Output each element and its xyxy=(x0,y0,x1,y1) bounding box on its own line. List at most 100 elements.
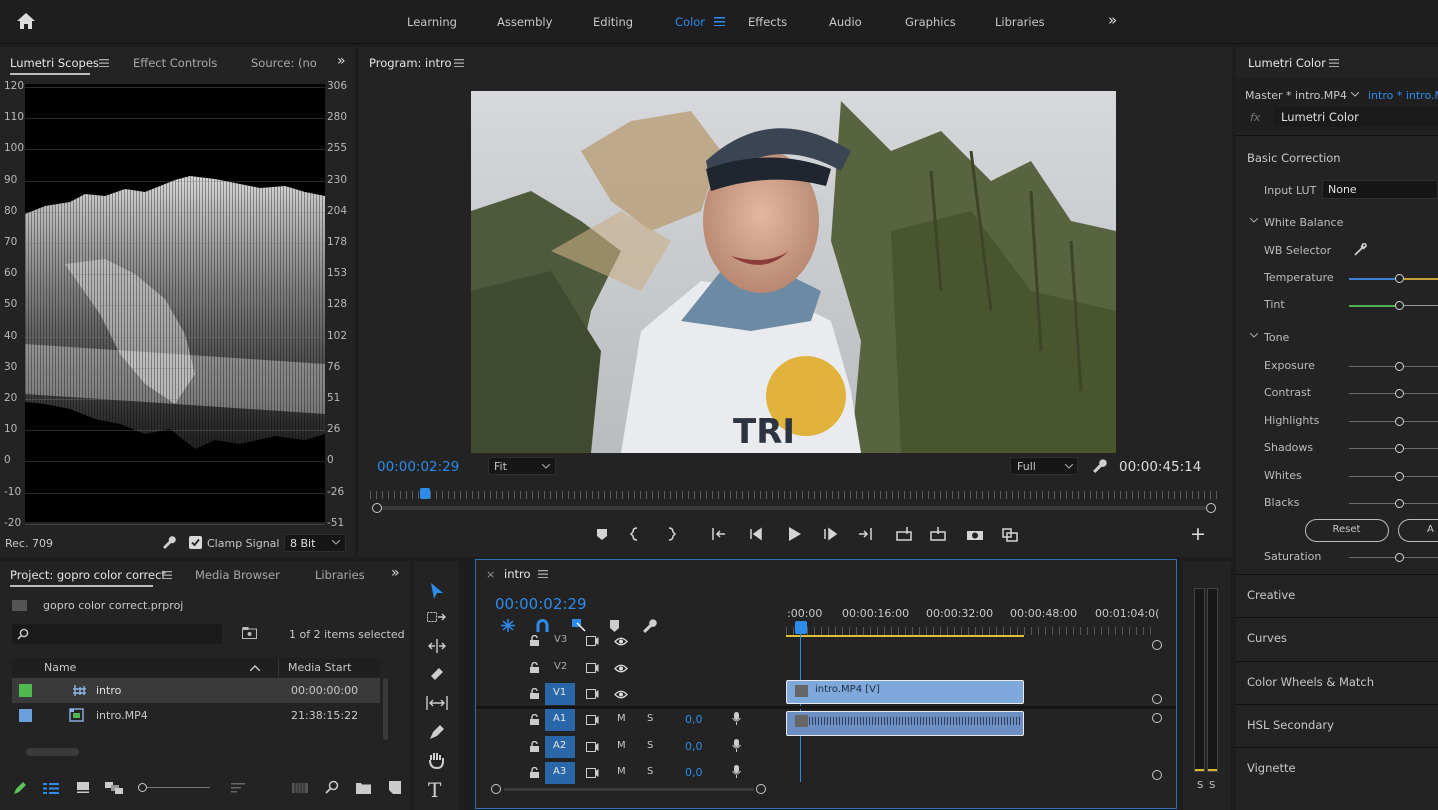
chevron-down-icon[interactable] xyxy=(1250,333,1258,338)
program-time-ruler[interactable] xyxy=(370,489,1218,501)
vertical-scrollbar[interactable] xyxy=(383,678,388,740)
scrollbar-handle-left[interactable] xyxy=(372,503,382,513)
timeline-vertical-scroll-audio[interactable] xyxy=(1152,713,1162,723)
lock-icon[interactable] xyxy=(530,767,539,778)
eye-icon[interactable] xyxy=(614,664,628,673)
lumetri-section-header[interactable]: HSL Secondary xyxy=(1247,718,1334,732)
voiceover-mic-icon[interactable] xyxy=(732,765,741,778)
close-icon[interactable]: × xyxy=(486,568,495,581)
chevron-down-icon[interactable] xyxy=(1351,92,1359,97)
timeline-hscroll-track[interactable] xyxy=(504,788,754,791)
auto-button[interactable]: A xyxy=(1398,519,1438,542)
workspace-color[interactable]: Color xyxy=(675,15,705,29)
home-icon[interactable] xyxy=(16,12,36,30)
track-select-tool-icon[interactable] xyxy=(427,612,447,626)
effect-name-field[interactable]: Lumetri Color xyxy=(1274,107,1438,127)
lock-icon[interactable] xyxy=(530,714,539,725)
timeline-clip-audio[interactable] xyxy=(786,711,1024,736)
zoom-slider-knob[interactable] xyxy=(138,783,147,792)
bit-depth-select[interactable]: 8 Bit xyxy=(284,534,346,552)
lock-icon[interactable] xyxy=(530,661,539,673)
master-clip-select[interactable]: Master * intro.MP4 xyxy=(1245,89,1347,102)
sync-lock-icon[interactable] xyxy=(586,689,599,699)
track-target[interactable]: V3 xyxy=(545,630,575,652)
timeline-clip-video[interactable]: intro.MP4 [V] xyxy=(786,680,1024,704)
chevron-down-icon[interactable] xyxy=(1250,218,1258,223)
track-target[interactable]: A3 xyxy=(545,762,575,784)
add-button[interactable]: + xyxy=(1190,523,1206,545)
sync-lock-icon[interactable] xyxy=(586,636,599,646)
search-input[interactable] xyxy=(12,624,222,644)
panel-menu-icon[interactable] xyxy=(162,571,172,579)
solo-right-button[interactable]: S xyxy=(1209,780,1215,791)
sort-icon[interactable] xyxy=(231,783,245,793)
playhead-marker[interactable] xyxy=(420,488,430,499)
lock-icon[interactable] xyxy=(530,740,539,752)
sync-lock-icon[interactable] xyxy=(586,715,599,725)
tab-media-browser[interactable]: Media Browser xyxy=(195,568,280,582)
tone-slider-knob[interactable] xyxy=(1395,416,1404,426)
track-target[interactable]: V1 xyxy=(545,683,575,705)
track-target[interactable]: A2 xyxy=(545,735,575,758)
input-lut-select[interactable]: None xyxy=(1322,180,1438,199)
lock-icon[interactable] xyxy=(530,688,539,699)
tone-slider-knob[interactable] xyxy=(1395,471,1404,481)
settings-wrench-icon[interactable] xyxy=(1092,458,1107,473)
eye-icon[interactable] xyxy=(614,690,628,699)
new-bin-from-search-icon[interactable] xyxy=(242,627,257,639)
timeline-hscroll-left[interactable] xyxy=(491,784,501,794)
zoom-scrollbar[interactable] xyxy=(372,506,1216,510)
list-item[interactable]: intro 00:00:00:00 xyxy=(12,678,380,703)
find-icon[interactable] xyxy=(325,780,339,794)
tone-slider-knob[interactable] xyxy=(1395,362,1404,371)
sync-lock-icon[interactable] xyxy=(586,662,599,673)
tone-slider-knob[interactable] xyxy=(1395,389,1404,399)
slip-tool-icon[interactable] xyxy=(426,696,448,710)
workspace-graphics[interactable]: Graphics xyxy=(905,15,956,29)
nest-toggle-icon[interactable] xyxy=(501,619,515,632)
mute-button[interactable]: M xyxy=(617,740,626,751)
list-item[interactable]: intro.MP4 21:38:15:22 xyxy=(12,704,380,729)
solo-button[interactable]: S xyxy=(647,740,653,751)
playback-resolution-select[interactable]: Full xyxy=(1010,457,1078,475)
solo-left-button[interactable]: S xyxy=(1197,780,1203,791)
hand-tool-icon[interactable] xyxy=(428,751,445,769)
timeline-settings-wrench-icon[interactable] xyxy=(642,618,657,633)
playhead-timecode[interactable]: 00:00:02:29 xyxy=(377,459,459,475)
scrollbar-handle-right[interactable] xyxy=(1206,503,1216,513)
sequence-tab[interactable]: intro xyxy=(504,567,531,581)
sync-lock-icon[interactable] xyxy=(586,768,599,778)
tint-slider[interactable] xyxy=(1395,301,1404,310)
reset-button[interactable]: Reset xyxy=(1305,519,1389,542)
sort-up-icon[interactable] xyxy=(250,665,260,671)
razor-tool-icon[interactable] xyxy=(429,666,445,682)
work-area-bar[interactable] xyxy=(786,635,1024,637)
track-target[interactable]: V2 xyxy=(545,657,575,679)
eyedropper-icon[interactable] xyxy=(1353,242,1368,257)
workspace-audio[interactable]: Audio xyxy=(829,15,862,29)
selection-tool-icon[interactable] xyxy=(430,582,444,600)
icon-view-icon[interactable] xyxy=(77,782,89,793)
zoom-fit-select[interactable]: Fit xyxy=(488,457,556,475)
list-view-icon[interactable] xyxy=(43,783,59,794)
new-item-icon[interactable] xyxy=(389,781,401,794)
workspace-learning[interactable]: Learning xyxy=(407,15,457,29)
lock-icon[interactable] xyxy=(530,635,539,646)
tab-effect-controls[interactable]: Effect Controls xyxy=(133,56,217,70)
voiceover-mic-icon[interactable] xyxy=(732,738,741,752)
video-frame[interactable]: TRI xyxy=(471,91,1116,453)
tone-slider-knob[interactable] xyxy=(1395,444,1404,454)
freeform-view-icon[interactable] xyxy=(105,782,123,794)
horizontal-scrollbar[interactable] xyxy=(26,748,79,756)
panel-overflow-icon[interactable]: » xyxy=(391,565,400,581)
clamp-signal-checkbox[interactable] xyxy=(189,536,202,549)
lumetri-section-header[interactable]: Color Wheels & Match xyxy=(1247,675,1374,689)
workspace-menu-icon[interactable] xyxy=(714,17,725,26)
workspace-libraries[interactable]: Libraries xyxy=(995,15,1045,29)
lumetri-section-header[interactable]: Vignette xyxy=(1247,761,1296,775)
pen-tool-icon[interactable] xyxy=(429,724,445,740)
timeline-vertical-scroll-bottom[interactable] xyxy=(1152,770,1162,780)
fx-badge[interactable]: fx xyxy=(1250,111,1260,124)
eye-icon[interactable] xyxy=(614,637,628,646)
add-marker-icon[interactable] xyxy=(610,620,619,632)
